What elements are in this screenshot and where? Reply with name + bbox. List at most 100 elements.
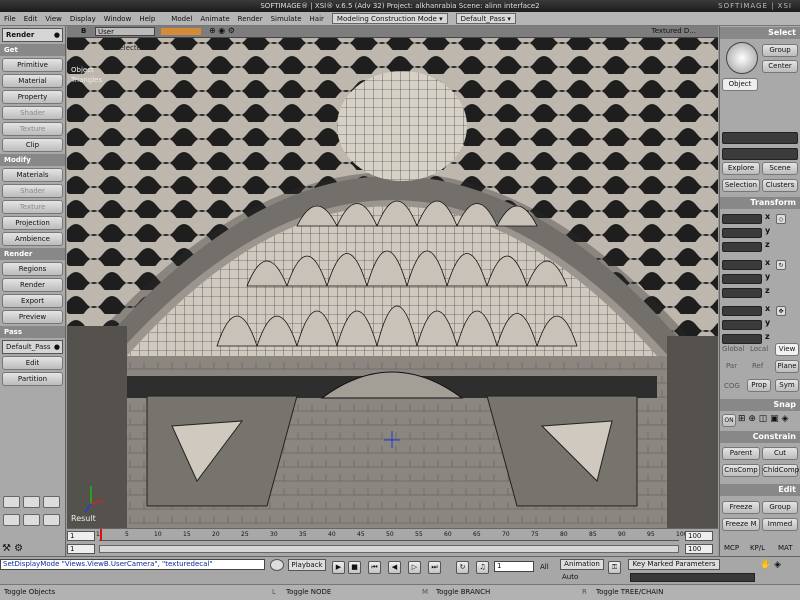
shader-button[interactable]: Shader <box>2 106 63 120</box>
immed-button[interactable]: Immed <box>762 518 798 531</box>
menu-view[interactable]: View <box>45 15 62 23</box>
scale-z-field[interactable] <box>722 242 762 252</box>
projection-button[interactable]: Projection <box>2 216 63 230</box>
translate-y-field[interactable] <box>722 320 762 330</box>
menu-animate[interactable]: Animate <box>200 15 229 23</box>
key-marked-parameters-button[interactable]: Key Marked Parameters <box>628 559 720 570</box>
auto-key-toggle[interactable]: Auto <box>562 573 578 581</box>
cut-button[interactable]: Cut <box>762 447 798 460</box>
modify-shader-button[interactable]: Shader <box>2 184 63 198</box>
timeline-ruler[interactable]: 1 5 10 15 20 25 30 35 40 45 50 55 60 65 70 75 80 85 90 95 10… <box>96 531 687 541</box>
range-slider[interactable] <box>99 545 679 553</box>
selection-field[interactable] <box>722 132 798 144</box>
selection-button[interactable]: Selection <box>722 179 760 192</box>
marked-parameters-field[interactable] <box>630 573 755 582</box>
snap-on-button[interactable]: ON <box>722 414 736 427</box>
translate-x-field[interactable] <box>722 306 762 316</box>
material-button[interactable]: Material <box>2 74 63 88</box>
menu-render[interactable]: Render <box>238 15 263 23</box>
edit-group-button[interactable]: Group <box>762 501 798 514</box>
tool-icons[interactable]: ⚒ ⚙ <box>2 543 23 554</box>
key-tools-icons[interactable]: ✋ ◈ <box>760 560 781 570</box>
rotate-x-field[interactable] <box>722 260 762 270</box>
rotate-tool-icon[interactable]: ↻ <box>776 260 786 270</box>
module-selector[interactable]: Render ● <box>2 28 63 42</box>
explore-button[interactable]: Explore <box>722 162 760 175</box>
menu-file[interactable]: File <box>4 15 16 23</box>
cog-toggle[interactable]: COG <box>724 382 740 390</box>
layout-icon-6[interactable] <box>43 514 60 526</box>
primitive-button[interactable]: Primitive <box>2 58 63 72</box>
parent-button[interactable]: Parent <box>722 447 760 460</box>
object-filter-button[interactable]: Object <box>722 78 758 91</box>
all-toggle[interactable]: All <box>540 563 549 571</box>
play-first-icon[interactable]: ▶ <box>332 561 345 574</box>
scale-x-field[interactable] <box>722 214 762 224</box>
playback-button[interactable]: Playback <box>288 559 326 571</box>
export-button[interactable]: Export <box>2 294 63 308</box>
timeline-end-field[interactable]: 100 <box>685 531 713 541</box>
materials-button[interactable]: Materials <box>2 168 63 182</box>
freeze-m-button[interactable]: Freeze M <box>722 518 760 531</box>
view-toggle[interactable]: View <box>775 343 799 356</box>
menu-help[interactable]: Help <box>139 15 155 23</box>
sym-button[interactable]: Sym <box>775 379 799 392</box>
construction-mode-dropdown[interactable]: Modeling Construction Mode ▾ <box>331 13 448 24</box>
translate-tool-icon[interactable]: ✥ <box>776 306 786 316</box>
tab-mcp[interactable]: MCP <box>724 544 739 552</box>
display-mode-label[interactable]: Textured D... <box>652 27 696 35</box>
select-center-button[interactable]: Center <box>762 60 798 73</box>
layout-icon-5[interactable] <box>23 514 40 526</box>
cnscomp-button[interactable]: CnsComp <box>722 464 760 477</box>
snap-icons[interactable]: ⊞ ⊕ ◫ ▣ ◈ <box>738 414 788 424</box>
prev-key-icon[interactable]: ◀ <box>388 561 401 574</box>
audio-icon[interactable]: ♫ <box>476 561 489 574</box>
chldcomp-button[interactable]: ChldComp <box>762 464 799 477</box>
translate-z-field[interactable] <box>722 334 762 344</box>
regions-button[interactable]: Regions <box>2 262 63 276</box>
layout-icon-3[interactable] <box>43 496 60 508</box>
select-group-button[interactable]: Group <box>762 44 798 57</box>
next-key-icon[interactable]: ▷ <box>408 561 421 574</box>
pass-dropdown[interactable]: Default_Pass ▾ <box>455 13 516 24</box>
selection-field-2[interactable] <box>722 148 798 160</box>
menu-simulate[interactable]: Simulate <box>271 15 302 23</box>
clusters-button[interactable]: Clusters <box>762 179 798 192</box>
range-start-field[interactable]: 1 <box>67 544 95 554</box>
timeline[interactable]: 1 1 5 10 15 20 25 30 35 40 45 50 55 60 65 70 75 80 85 90 95… <box>67 528 718 556</box>
prop-button[interactable]: Prop <box>747 379 771 392</box>
global-toggle[interactable]: Global <box>722 345 744 353</box>
partition-button[interactable]: Partition <box>2 372 63 386</box>
loop-icon[interactable]: ↻ <box>456 561 469 574</box>
range-end-field[interactable]: 100 <box>685 544 713 554</box>
plane-toggle[interactable]: Plane <box>775 360 799 373</box>
camera-dropdown[interactable]: User <box>95 27 155 36</box>
edit-pass-button[interactable]: Edit <box>2 356 63 370</box>
layout-icon-4[interactable] <box>3 514 20 526</box>
par-toggle[interactable]: Par <box>726 362 737 370</box>
texture-button[interactable]: Texture <box>2 122 63 136</box>
menu-model[interactable]: Model <box>171 15 192 23</box>
current-frame-field[interactable]: 1 <box>494 561 534 572</box>
render-button[interactable]: Render <box>2 278 63 292</box>
freeze-button[interactable]: Freeze <box>722 501 760 514</box>
menu-window[interactable]: Window <box>104 15 132 23</box>
command-line-input[interactable]: SetDisplayMode "Views.ViewB.UserCamera",… <box>0 559 265 570</box>
scale-tool-icon[interactable]: ◇ <box>776 214 786 224</box>
rotate-z-field[interactable] <box>722 288 762 298</box>
ambience-button[interactable]: Ambience <box>2 232 63 246</box>
script-editor-icon[interactable] <box>270 559 284 571</box>
menu-edit[interactable]: Edit <box>24 15 38 23</box>
go-start-icon[interactable]: ⏮ <box>368 561 381 574</box>
key-icon[interactable]: ⚿ <box>608 561 621 574</box>
layout-icon-2[interactable] <box>23 496 40 508</box>
clip-button[interactable]: Clip <box>2 138 63 152</box>
timeline-start-field[interactable]: 1 <box>67 531 95 541</box>
menu-display[interactable]: Display <box>70 15 96 23</box>
stop-icon[interactable]: ■ <box>348 561 361 574</box>
lock-icon[interactable]: ⊕ ◉ ⚙ <box>209 26 235 35</box>
tab-mat[interactable]: MAT <box>778 544 793 552</box>
pass-selector[interactable]: Default_Pass ● <box>2 340 63 354</box>
playhead[interactable] <box>100 529 102 541</box>
menu-hair[interactable]: Hair <box>310 15 324 23</box>
